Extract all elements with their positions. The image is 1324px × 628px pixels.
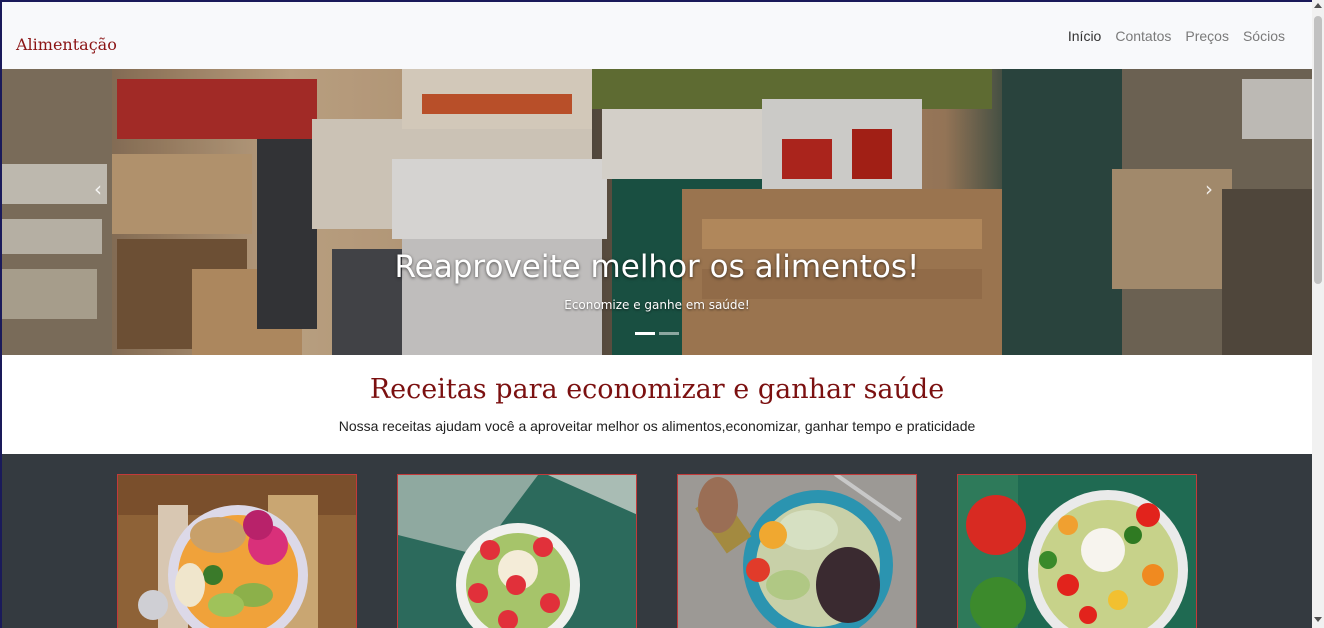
brand-logo[interactable]: Alimentação bbox=[16, 35, 117, 54]
page: Alimentação Início Contatos Preços Sócio… bbox=[2, 2, 1312, 628]
recipe-card-2[interactable] bbox=[397, 474, 637, 628]
carousel-next-icon[interactable]: › bbox=[1205, 177, 1213, 201]
market-stall-image bbox=[2, 69, 1312, 355]
recipes-title: Receitas para economizar e ganhar saúde bbox=[369, 374, 945, 405]
carousel-indicator-1[interactable] bbox=[635, 332, 655, 335]
hero-carousel: ‹ › Reaproveite melhor os alimentos! Eco… bbox=[2, 69, 1312, 355]
caprese-salad-image bbox=[958, 475, 1196, 628]
carousel-prev-icon[interactable]: ‹ bbox=[94, 177, 102, 201]
nav-link-socios[interactable]: Sócios bbox=[1236, 28, 1292, 44]
nav-link-precos[interactable]: Preços bbox=[1178, 28, 1236, 44]
navbar: Alimentação Início Contatos Preços Sócio… bbox=[2, 2, 1312, 69]
smoothie-bowl-image bbox=[118, 475, 356, 628]
recipes-cards-section bbox=[2, 454, 1312, 628]
recipe-card-4[interactable] bbox=[957, 474, 1197, 628]
scrollbar-thumb[interactable] bbox=[1314, 16, 1322, 284]
recipe-card-1[interactable] bbox=[117, 474, 357, 628]
recipes-subtitle: Nossa receitas ajudam você a aproveitar … bbox=[338, 418, 976, 434]
salad-olive-oil-image bbox=[678, 475, 916, 628]
vertical-scrollbar[interactable] bbox=[1312, 0, 1324, 628]
kiwi-strawberry-bowl-image bbox=[398, 475, 636, 628]
nav-link-contatos[interactable]: Contatos bbox=[1108, 28, 1178, 44]
nav-menu: Início Contatos Preços Sócios bbox=[1061, 28, 1292, 44]
carousel-indicators bbox=[635, 332, 679, 335]
hero-title: Reaproveite melhor os alimentos! bbox=[394, 249, 920, 285]
recipe-card-3[interactable] bbox=[677, 474, 917, 628]
scroll-down-icon[interactable] bbox=[1314, 617, 1322, 622]
carousel-indicator-2[interactable] bbox=[659, 332, 679, 335]
recipes-header: Receitas para economizar e ganhar saúde … bbox=[2, 355, 1312, 454]
nav-link-inicio[interactable]: Início bbox=[1061, 28, 1108, 44]
hero-subtitle: Economize e ganhe em saúde! bbox=[564, 298, 750, 312]
scroll-up-icon[interactable] bbox=[1314, 3, 1322, 8]
